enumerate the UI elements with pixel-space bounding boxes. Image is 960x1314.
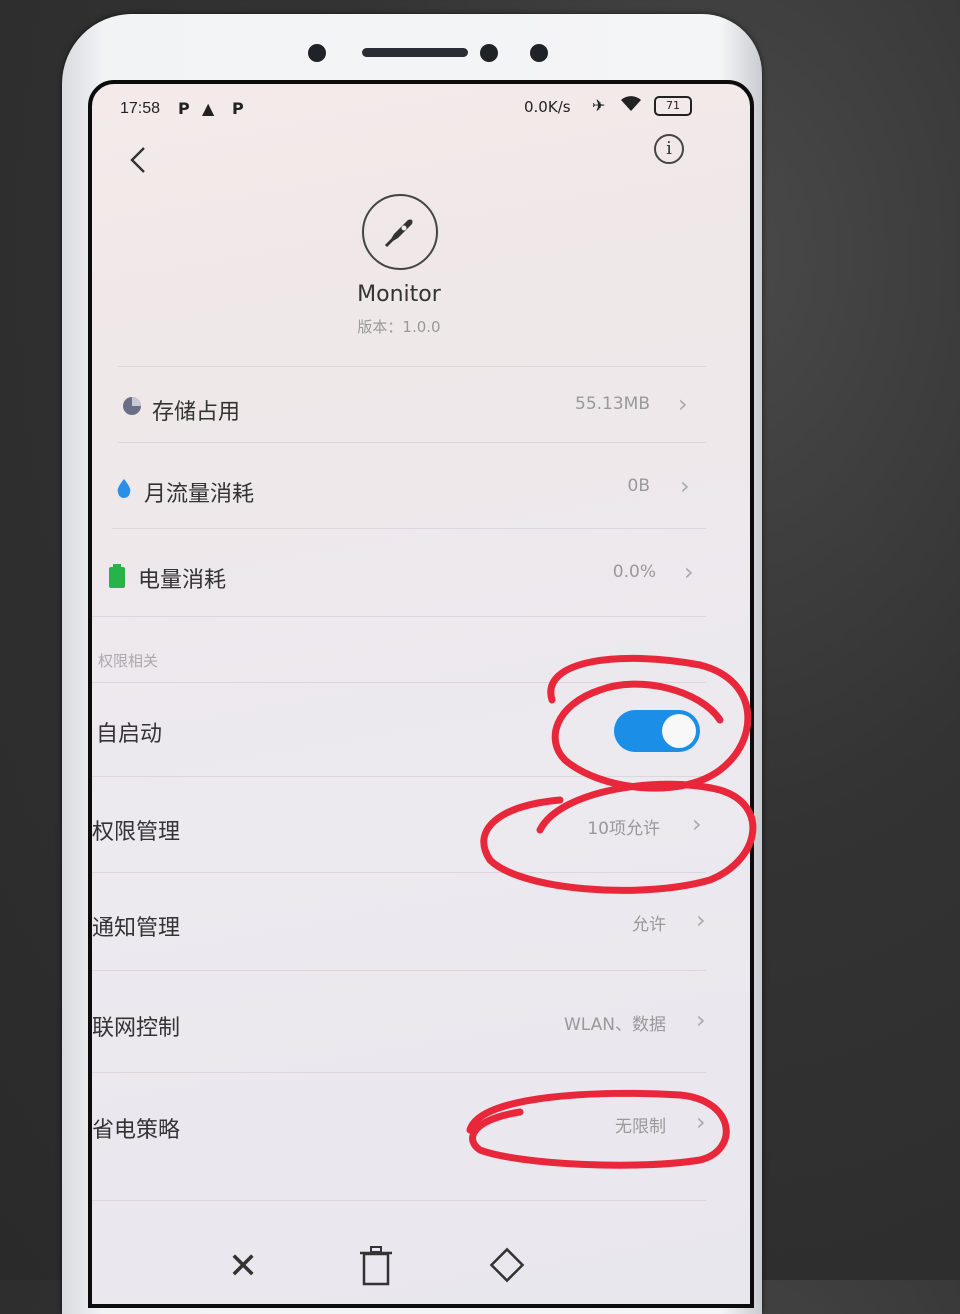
annotation-circle-autostart [547, 654, 752, 792]
annotation-circle-permissions [480, 780, 757, 894]
annotation-circle-power [466, 1089, 730, 1169]
red-annotation-overlay [466, 654, 757, 1169]
